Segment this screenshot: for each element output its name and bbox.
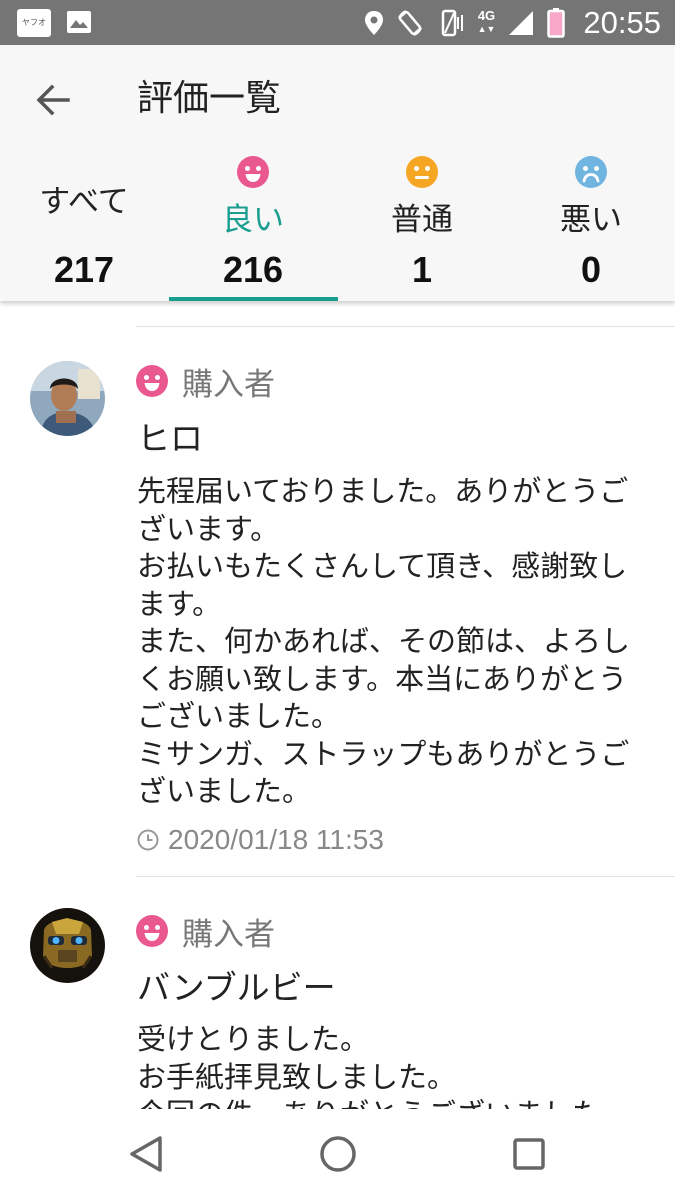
tab-good[interactable]: 良い 216: [169, 150, 337, 301]
active-tab-indicator: [169, 297, 338, 301]
divider: [136, 326, 675, 327]
image-notification-icon: [67, 11, 91, 33]
smile-face-icon: [237, 156, 269, 188]
signal-icon: [509, 10, 534, 35]
back-nav-button[interactable]: [122, 1129, 172, 1179]
tab-label: 悪い: [560, 202, 622, 238]
tab-all[interactable]: すべて 217: [0, 150, 168, 301]
back-arrow-icon: [36, 84, 70, 116]
avatar[interactable]: [30, 908, 105, 983]
review-date: 2020/01/18 11:53: [168, 824, 384, 855]
review-list[interactable]: 購入者 ヒロ 先程届いておりました。ありがとうございます。 お払いもたくさんして…: [0, 301, 675, 1109]
reviewer-role: 購入者: [182, 916, 275, 953]
reviewer-name[interactable]: バンブルビー: [137, 968, 336, 1008]
home-nav-button[interactable]: [313, 1129, 363, 1179]
rotate-icon: [397, 9, 422, 36]
vibrate-icon: [441, 9, 463, 36]
divider: [136, 876, 675, 877]
recents-nav-button[interactable]: [504, 1129, 554, 1179]
status-bar: ヤフオク! 4G▲▼ 20:55: [0, 0, 675, 45]
system-navigation-bar: [0, 1109, 675, 1200]
network-type-label: 4G ▲▼: [477, 8, 496, 34]
smile-face-icon: [136, 365, 168, 397]
rating-tabs: すべて 217 良い 216 普通 1 悪い 0: [0, 150, 675, 301]
page-title: 評価一覧: [137, 78, 282, 119]
tab-bad[interactable]: 悪い 0: [507, 150, 675, 301]
tab-label: 普通: [391, 202, 453, 238]
avatar[interactable]: [30, 361, 105, 436]
app-bar: 評価一覧 すべて 217 良い 216 普通 1 悪い 0: [0, 45, 675, 301]
tab-neutral[interactable]: 普通 1: [338, 150, 506, 301]
battery-icon: [547, 7, 566, 38]
tab-count: 0: [580, 249, 602, 290]
triangle-back-icon: [130, 1136, 162, 1172]
sad-face-icon: [575, 156, 607, 188]
review-date-row: 2020/01/18 11:53: [136, 823, 384, 857]
reviewer-name[interactable]: ヒロ: [137, 419, 203, 459]
location-icon: [364, 10, 383, 35]
circle-home-icon: [320, 1136, 356, 1172]
reviewer-role: 購入者: [182, 366, 275, 403]
tab-count: 217: [53, 249, 115, 290]
tab-count: 1: [411, 249, 433, 290]
tab-label: すべて: [39, 184, 129, 220]
back-button[interactable]: [28, 75, 78, 125]
tab-count: 216: [222, 249, 284, 290]
smile-face-icon: [136, 915, 168, 947]
reviewer-role-row: 購入者: [136, 911, 275, 953]
review-comment: 先程届いておりました。ありがとうございます。 お払いもたくさんして頂き、感謝致し…: [137, 474, 631, 808]
status-time: 20:55: [583, 4, 661, 40]
tab-label: 良い: [222, 202, 284, 238]
yahoo-auction-app-icon: ヤフオク!: [17, 9, 51, 37]
clock-icon: [137, 829, 159, 851]
neutral-face-icon: [406, 156, 438, 188]
review-comment: 受けとりました。 お手紙拝見致しました。 今回の件、ありがとうございました: [137, 1022, 601, 1109]
reviewer-role-row: 購入者: [136, 361, 275, 403]
square-recents-icon: [513, 1138, 545, 1170]
